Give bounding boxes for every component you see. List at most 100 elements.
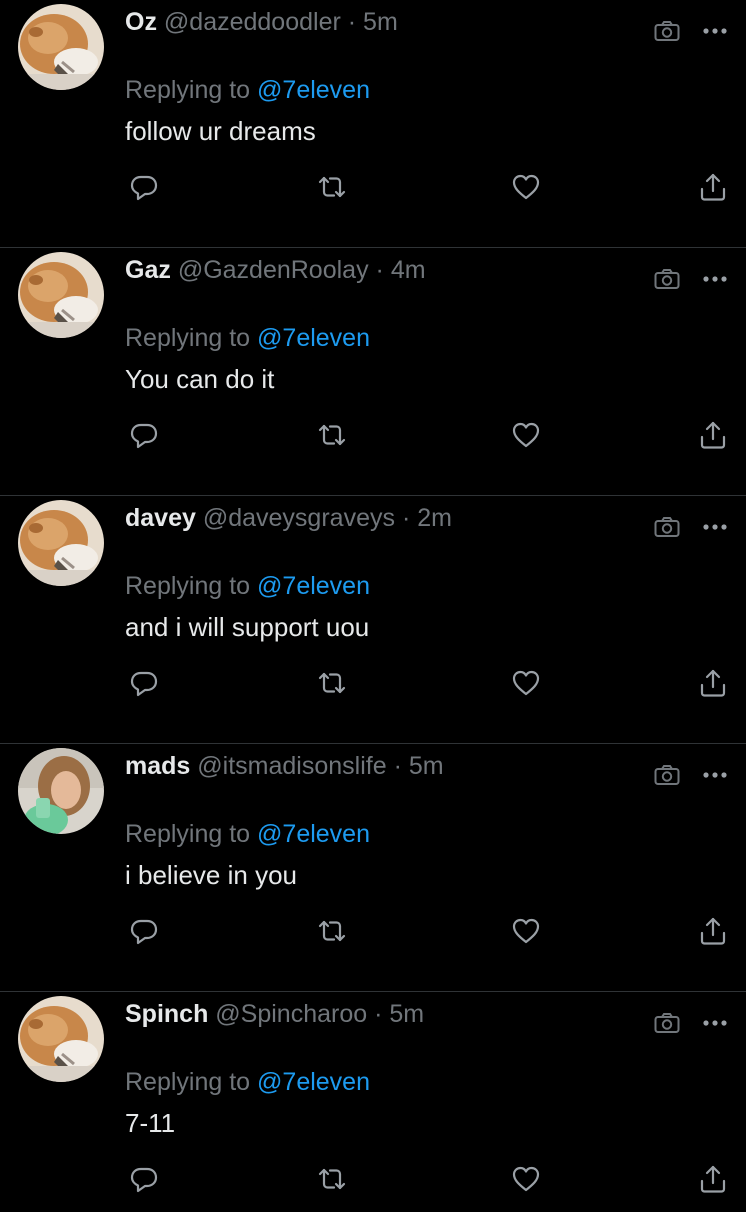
mention-link[interactable]: @7eleven: [257, 324, 370, 352]
like-icon[interactable]: [510, 418, 542, 452]
timestamp[interactable]: 4m: [391, 256, 426, 284]
share-icon[interactable]: [697, 914, 729, 948]
more-icon[interactable]: [702, 275, 728, 283]
display-name[interactable]: Oz: [125, 8, 157, 36]
tweet-top-icons: [654, 268, 728, 290]
tweet-header: Spinch @Spincharoo · 5m: [125, 999, 424, 1029]
tweet-top-icons: [654, 516, 728, 538]
reply-icon[interactable]: [128, 914, 160, 948]
camera-icon[interactable]: [654, 516, 680, 538]
replying-label: Replying to: [125, 1068, 251, 1096]
replying-label: Replying to: [125, 572, 251, 600]
separator-dot: ·: [375, 256, 384, 284]
retweet-icon[interactable]: [315, 1162, 349, 1196]
share-icon[interactable]: [697, 1162, 729, 1196]
user-handle[interactable]: @GazdenRoolay: [178, 256, 369, 284]
tweet[interactable]: Spinch @Spincharoo · 5m Replying to @7el…: [0, 992, 746, 1212]
camera-icon[interactable]: [654, 764, 680, 786]
timestamp[interactable]: 5m: [363, 8, 398, 36]
replying-label: Replying to: [125, 324, 251, 352]
user-handle[interactable]: @itsmadisonslife: [197, 752, 386, 780]
tweet-text: You can do it: [125, 364, 275, 394]
tweet-actions: [125, 914, 735, 948]
separator-dot: ·: [393, 752, 402, 780]
tweet-actions: [125, 170, 735, 204]
cat-avatar-art: [18, 252, 104, 338]
timestamp[interactable]: 5m: [389, 1000, 424, 1028]
camera-icon[interactable]: [654, 20, 680, 42]
avatar[interactable]: [18, 252, 104, 338]
share-icon[interactable]: [697, 418, 729, 452]
person-avatar-art: [18, 748, 104, 834]
mention-link[interactable]: @7eleven: [257, 76, 370, 104]
camera-icon[interactable]: [654, 268, 680, 290]
user-handle[interactable]: @Spincharoo: [215, 1000, 367, 1028]
more-icon[interactable]: [702, 771, 728, 779]
display-name[interactable]: Spinch: [125, 1000, 208, 1028]
cat-avatar-art: [18, 4, 104, 90]
avatar[interactable]: [18, 996, 104, 1082]
reply-icon[interactable]: [128, 170, 160, 204]
reply-feed: Oz @dazeddoodler · 5m Replying to @7elev…: [0, 0, 746, 1212]
tweet[interactable]: davey @daveysgraveys · 2m Replying to @7…: [0, 496, 746, 744]
tweet-actions: [125, 418, 735, 452]
tweet-text: and i will support uou: [125, 612, 370, 642]
display-name[interactable]: mads: [125, 752, 190, 780]
camera-icon[interactable]: [654, 1012, 680, 1034]
reply-icon[interactable]: [128, 666, 160, 700]
tweet-header: mads @itsmadisonslife · 5m: [125, 751, 444, 781]
display-name[interactable]: Gaz: [125, 256, 171, 284]
retweet-icon[interactable]: [315, 170, 349, 204]
avatar[interactable]: [18, 500, 104, 586]
tweet[interactable]: Oz @dazeddoodler · 5m Replying to @7elev…: [0, 0, 746, 248]
like-icon[interactable]: [510, 666, 542, 700]
user-handle[interactable]: @dazeddoodler: [164, 8, 341, 36]
timestamp[interactable]: 2m: [417, 504, 452, 532]
tweet-header: Oz @dazeddoodler · 5m: [125, 7, 398, 37]
tweet-actions: [125, 1162, 735, 1196]
tweet-header: Gaz @GazdenRoolay · 4m: [125, 255, 426, 285]
replying-to-line: Replying to @7eleven: [125, 323, 370, 353]
cat-avatar-art: [18, 500, 104, 586]
retweet-icon[interactable]: [315, 666, 349, 700]
avatar[interactable]: [18, 4, 104, 90]
like-icon[interactable]: [510, 1162, 542, 1196]
cat-avatar-art: [18, 996, 104, 1082]
like-icon[interactable]: [510, 914, 542, 948]
separator-dot: ·: [347, 8, 357, 36]
tweet[interactable]: Gaz @GazdenRoolay · 4m Replying to @7ele…: [0, 248, 746, 496]
display-name[interactable]: davey: [125, 504, 196, 532]
reply-icon[interactable]: [128, 1162, 160, 1196]
more-icon[interactable]: [702, 27, 728, 35]
user-handle[interactable]: @daveysgraveys: [203, 504, 395, 532]
tweet-text: 7-11: [125, 1108, 176, 1138]
tweet-top-icons: [654, 1012, 728, 1034]
more-icon[interactable]: [702, 523, 728, 531]
more-icon[interactable]: [702, 1019, 728, 1027]
tweet-text: i believe in you: [125, 860, 297, 890]
retweet-icon[interactable]: [315, 418, 349, 452]
tweet-top-icons: [654, 20, 728, 42]
mention-link[interactable]: @7eleven: [257, 820, 370, 848]
replying-to-line: Replying to @7eleven: [125, 819, 370, 849]
replying-to-line: Replying to @7eleven: [125, 75, 370, 105]
replying-to-line: Replying to @7eleven: [125, 1067, 370, 1097]
reply-icon[interactable]: [128, 418, 160, 452]
tweet[interactable]: mads @itsmadisonslife · 5m Replying to @…: [0, 744, 746, 992]
tweet-top-icons: [654, 764, 728, 786]
timestamp[interactable]: 5m: [409, 752, 444, 780]
retweet-icon[interactable]: [315, 914, 349, 948]
share-icon[interactable]: [697, 666, 729, 700]
replying-label: Replying to: [125, 820, 251, 848]
avatar[interactable]: [18, 748, 104, 834]
replying-label: Replying to: [125, 76, 251, 104]
tweet-header: davey @daveysgraveys · 2m: [125, 503, 452, 533]
share-icon[interactable]: [697, 170, 729, 204]
mention-link[interactable]: @7eleven: [257, 572, 370, 600]
tweet-actions: [125, 666, 735, 700]
separator-dot: ·: [374, 1000, 383, 1028]
mention-link[interactable]: @7eleven: [257, 1068, 370, 1096]
separator-dot: ·: [401, 504, 411, 532]
tweet-text: follow ur dreams: [125, 116, 316, 146]
like-icon[interactable]: [510, 170, 542, 204]
